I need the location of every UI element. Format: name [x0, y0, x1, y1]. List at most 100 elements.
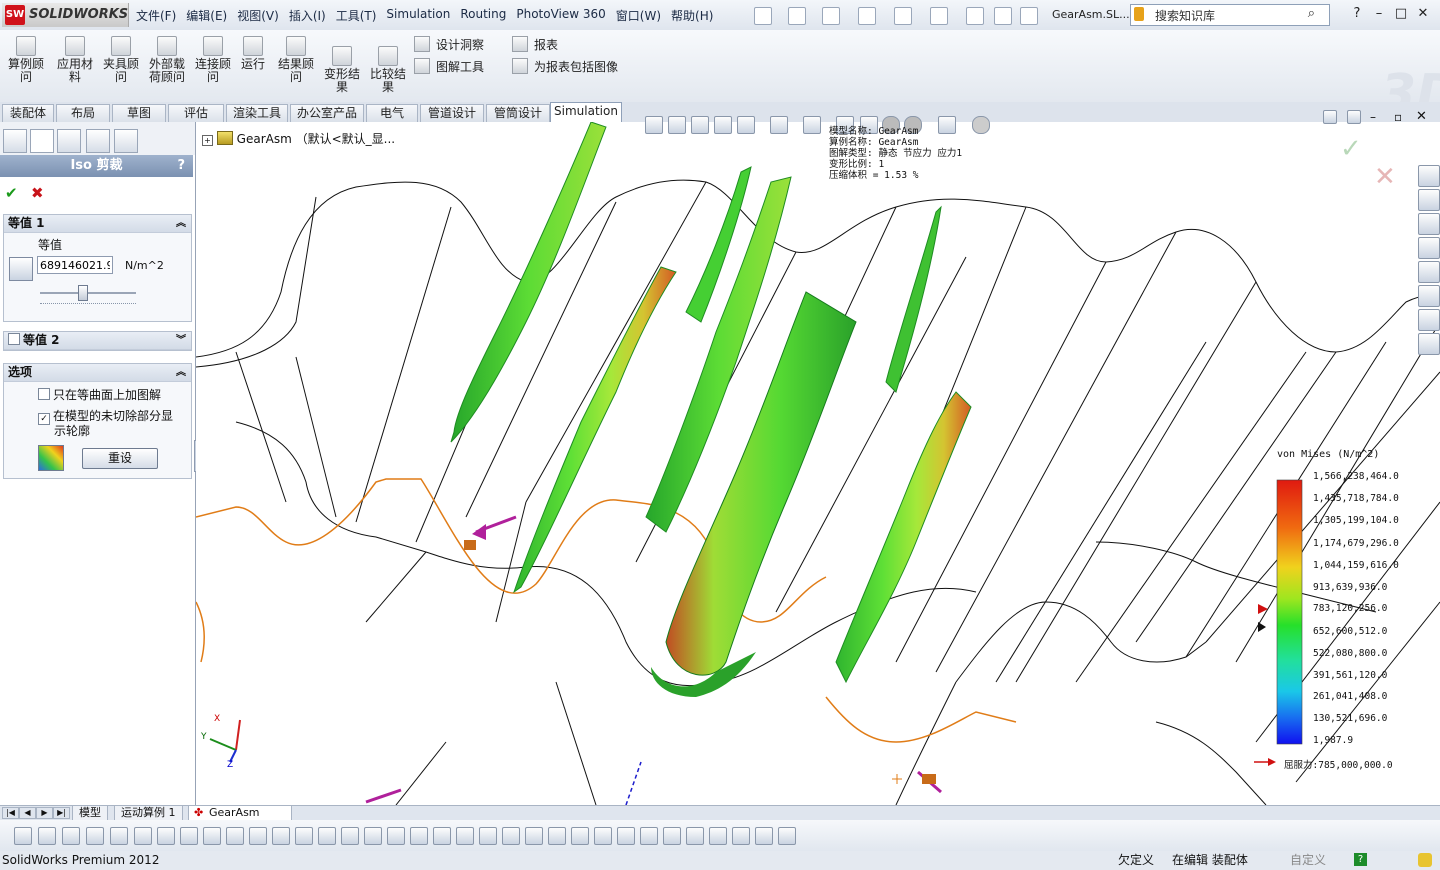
include-image-report-button[interactable]: 为报表包括图像	[512, 58, 618, 75]
tab-sketch[interactable]: 草图	[112, 104, 166, 122]
tab-motion-study[interactable]: 运动算例 1	[114, 806, 183, 821]
tab-model[interactable]: 模型	[72, 806, 108, 821]
menu-routing[interactable]: Routing	[460, 7, 506, 24]
simulation-tool-icon[interactable]	[203, 827, 221, 845]
doc-minimize-button[interactable]: –	[1370, 110, 1376, 124]
simulation-tool-icon[interactable]	[525, 827, 543, 845]
section-view-icon[interactable]	[714, 116, 732, 134]
simulation-tool-icon[interactable]	[479, 827, 497, 845]
custom-properties-icon[interactable]	[1418, 285, 1440, 307]
results-advisor-button[interactable]: 结果顾 问	[276, 34, 316, 84]
simulation-tool-icon[interactable]	[617, 827, 635, 845]
feature-tree-tab-icon[interactable]	[3, 129, 27, 153]
group-header[interactable]: 等值 1 ︽	[4, 215, 191, 233]
minimize-button[interactable]: –	[1368, 6, 1390, 21]
simulation-tool-icon[interactable]	[640, 827, 658, 845]
checkbox-unchecked[interactable]	[38, 388, 50, 400]
tab-layout[interactable]: 布局	[56, 104, 110, 122]
new-doc-icon[interactable]	[754, 7, 772, 25]
collapse-chevron-icon[interactable]: ︽	[176, 215, 186, 232]
display-manager-tab-icon[interactable]	[114, 129, 138, 153]
select-icon[interactable]	[930, 7, 948, 25]
tab-piping[interactable]: 管道设计	[420, 104, 484, 122]
collapse-chevron-icon[interactable]: ︽	[176, 364, 186, 381]
simulation-tool-icon[interactable]	[180, 827, 198, 845]
confirm-corner-ok-icon[interactable]: ✓	[1340, 134, 1362, 164]
forum-icon[interactable]	[1418, 333, 1440, 355]
simulation-tool-icon[interactable]	[86, 827, 104, 845]
hide-show-items-icon[interactable]	[803, 116, 821, 134]
isovalue-pick-icon[interactable]	[9, 257, 33, 281]
study-advisor-button[interactable]: 算例顾 问	[6, 34, 46, 84]
color-options-icon[interactable]	[38, 445, 64, 471]
doc-restore-button[interactable]: ▫	[1394, 110, 1402, 124]
simulation-tool-icon[interactable]	[502, 827, 520, 845]
expand-icon[interactable]: +	[202, 135, 213, 146]
design-insight-button[interactable]: 设计洞察	[414, 36, 484, 53]
simulation-tool-icon[interactable]	[226, 827, 244, 845]
simulation-tool-icon[interactable]	[318, 827, 336, 845]
status-custom-units[interactable]: 自定义	[1290, 851, 1326, 870]
feature-tree-flyout[interactable]: + GearAsm （默认<默认_显...	[202, 130, 395, 147]
tab-office-products[interactable]: 办公室产品	[290, 104, 364, 122]
print-icon[interactable]	[858, 7, 876, 25]
next-tab-icon[interactable]: ▶	[36, 807, 53, 819]
confirm-corner-cancel-icon[interactable]: ✕	[1374, 162, 1396, 192]
zoom-fit-icon[interactable]	[645, 116, 663, 134]
menu-help[interactable]: 帮助(H)	[671, 7, 713, 24]
group-header[interactable]: 等值 2 ︾	[4, 332, 191, 350]
menu-tools[interactable]: 工具(T)	[336, 7, 377, 24]
simulation-tool-icon[interactable]	[341, 827, 359, 845]
isovalue-slider-track[interactable]	[40, 292, 136, 294]
report-button[interactable]: 报表	[512, 36, 558, 53]
simulation-advisor-icon[interactable]	[1418, 309, 1440, 331]
apply-material-button[interactable]: 应用材 料	[54, 34, 96, 84]
tile-view-icon[interactable]	[1323, 110, 1337, 124]
menu-file[interactable]: 文件(F)	[136, 7, 176, 24]
status-tag-icon[interactable]	[1418, 853, 1432, 867]
doc-close-button[interactable]: ✕	[1416, 109, 1427, 124]
simulation-tool-icon[interactable]	[709, 827, 727, 845]
last-tab-icon[interactable]: ▶|	[53, 807, 70, 819]
display-style-icon[interactable]	[770, 116, 788, 134]
plot-tools-button[interactable]: 图解工具	[414, 58, 484, 75]
simulation-tool-icon[interactable]	[571, 827, 589, 845]
simulation-tool-icon[interactable]	[410, 827, 428, 845]
simulation-tool-icon[interactable]	[110, 827, 128, 845]
simulation-tool-icon[interactable]	[778, 827, 796, 845]
maximize-button[interactable]: □	[1390, 6, 1412, 21]
expand-chevron-icon[interactable]: ︾	[176, 332, 186, 349]
tab-tubing[interactable]: 管筒设计	[486, 104, 550, 122]
simulation-tool-icon[interactable]	[663, 827, 681, 845]
design-library-icon[interactable]	[1418, 189, 1440, 211]
save-icon[interactable]	[822, 7, 840, 25]
ambient-occlusion-icon[interactable]	[972, 116, 990, 134]
simulation-tool-icon[interactable]	[387, 827, 405, 845]
simulation-tool-icon[interactable]	[134, 827, 152, 845]
simulation-tool-icon[interactable]	[686, 827, 704, 845]
ok-button[interactable]: ✔	[5, 184, 18, 202]
connections-advisor-button[interactable]: 连接顾 问	[192, 34, 234, 84]
search-icon[interactable]: ⌕	[1308, 6, 1315, 21]
reset-button[interactable]: 重设	[82, 448, 158, 469]
split-view-icon[interactable]	[1347, 110, 1361, 124]
simulation-tool-icon[interactable]	[594, 827, 612, 845]
simulation-tool-icon[interactable]	[14, 827, 32, 845]
file-explorer-icon[interactable]	[1418, 213, 1440, 235]
config-manager-tab-icon[interactable]	[57, 129, 81, 153]
first-tab-icon[interactable]: |◀	[2, 807, 19, 819]
menu-insert[interactable]: 插入(I)	[289, 7, 326, 24]
group-header[interactable]: 选项 ︽	[4, 364, 191, 382]
simulation-tool-icon[interactable]	[62, 827, 80, 845]
simulation-tool-icon[interactable]	[433, 827, 451, 845]
property-manager-tab-icon[interactable]	[30, 129, 54, 153]
zoom-area-icon[interactable]	[668, 116, 686, 134]
close-button[interactable]: ✕	[1412, 6, 1434, 21]
simulation-tool-icon[interactable]	[249, 827, 267, 845]
simulation-tool-icon[interactable]	[157, 827, 175, 845]
isovalue-slider-thumb[interactable]	[78, 285, 88, 301]
option-show-outline[interactable]: ✓ 在模型的未切除部分显 示轮廓	[38, 410, 173, 438]
solidworks-logo[interactable]: SW SOLIDWORKS	[2, 3, 129, 27]
graphics-area[interactable]: + GearAsm （默认<默认_显... X Y Z	[196, 122, 1440, 805]
undo-icon[interactable]	[894, 7, 912, 25]
